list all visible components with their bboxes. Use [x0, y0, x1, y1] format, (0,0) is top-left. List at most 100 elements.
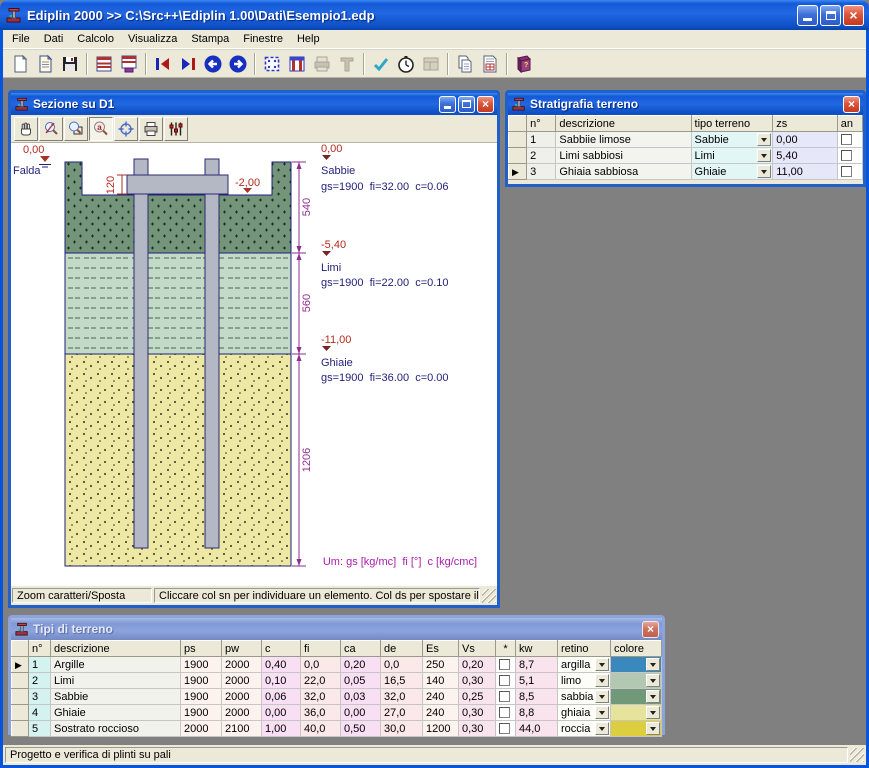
- cell-descrizione[interactable]: Sabbie: [51, 689, 181, 705]
- cell-colore[interactable]: [611, 657, 662, 673]
- sezione-resize-grip[interactable]: [482, 589, 496, 603]
- help-book-icon[interactable]: ?: [511, 51, 536, 76]
- cell-ps[interactable]: 1900: [181, 673, 222, 689]
- cell-Es[interactable]: 250: [423, 657, 459, 673]
- data-grid-icon[interactable]: [284, 51, 309, 76]
- cell-kw[interactable]: 44,0: [516, 721, 558, 737]
- selection-box-icon[interactable]: [259, 51, 284, 76]
- layer-ghiaie[interactable]: [65, 354, 291, 566]
- dropdown-button[interactable]: [595, 674, 609, 687]
- first-record-icon[interactable]: [150, 51, 175, 76]
- dropdown-button[interactable]: [595, 690, 609, 703]
- tipi-close-button[interactable]: ×: [642, 621, 659, 638]
- main-titlebar[interactable]: Ediplin 2000 >> C:\Src++\Ediplin 1.00\Da…: [0, 0, 869, 30]
- cell-descrizione[interactable]: Ghiaia sabbiosa: [556, 164, 691, 180]
- row-selector[interactable]: [12, 721, 29, 737]
- cell-descrizione[interactable]: Ghiaie: [51, 705, 181, 721]
- cell-fi[interactable]: 32,0: [301, 689, 341, 705]
- save-icon[interactable]: [57, 51, 82, 76]
- cell-n[interactable]: 1: [29, 657, 51, 673]
- cell-colore[interactable]: [611, 673, 662, 689]
- star-checkbox[interactable]: [499, 675, 510, 686]
- cell-kw[interactable]: 8,7: [516, 657, 558, 673]
- cell-n[interactable]: 5: [29, 721, 51, 737]
- sezione-titlebar[interactable]: Sezione su D1 ×: [11, 93, 497, 115]
- cell-c[interactable]: 1,00: [262, 721, 301, 737]
- cell-Es[interactable]: 240: [423, 705, 459, 721]
- layer-limi[interactable]: [65, 253, 291, 354]
- cell-fi[interactable]: 0,0: [301, 657, 341, 673]
- star-checkbox[interactable]: [499, 707, 510, 718]
- center-view-icon[interactable]: [114, 117, 138, 141]
- cell-ps[interactable]: 1900: [181, 689, 222, 705]
- cell-n[interactable]: 3: [29, 689, 51, 705]
- cell-descrizione[interactable]: Sostrato roccioso: [51, 721, 181, 737]
- cell-kw[interactable]: 8,8: [516, 705, 558, 721]
- sezione-minimize-button[interactable]: [439, 96, 456, 113]
- cell-zs[interactable]: 5,40: [773, 148, 838, 164]
- star-checkbox[interactable]: [499, 691, 510, 702]
- cell-tipo-terreno[interactable]: Sabbie: [691, 132, 773, 148]
- cell-fi[interactable]: 22,0: [301, 673, 341, 689]
- an-checkbox[interactable]: [841, 166, 852, 177]
- timer-icon[interactable]: [393, 51, 418, 76]
- cell-Vs[interactable]: 0,30: [459, 705, 496, 721]
- cell-Vs[interactable]: 0,30: [459, 721, 496, 737]
- dropdown-button[interactable]: [646, 706, 660, 719]
- cell-ps[interactable]: 1900: [181, 657, 222, 673]
- minimize-button[interactable]: [797, 5, 818, 26]
- row-selector[interactable]: [12, 689, 29, 705]
- cell-retino[interactable]: ghiaia: [558, 705, 611, 721]
- cell-ca[interactable]: 0,00: [341, 705, 381, 721]
- cell-fi[interactable]: 36,0: [301, 705, 341, 721]
- maximize-button[interactable]: [820, 5, 841, 26]
- menu-file[interactable]: File: [5, 31, 37, 47]
- menu-calcolo[interactable]: Calcolo: [70, 31, 121, 47]
- cell-de[interactable]: 30,0: [381, 721, 423, 737]
- cell-descrizione[interactable]: Limi: [51, 673, 181, 689]
- table-append-icon[interactable]: [116, 51, 141, 76]
- cell-colore[interactable]: [611, 705, 662, 721]
- stratigrafia-close-button[interactable]: ×: [843, 96, 860, 113]
- row-selector[interactable]: [12, 705, 29, 721]
- dropdown-button[interactable]: [646, 690, 660, 703]
- sezione-close-button[interactable]: ×: [477, 96, 494, 113]
- cell-Vs[interactable]: 0,30: [459, 673, 496, 689]
- row-selector[interactable]: ▶: [12, 657, 29, 673]
- sezione-maximize-button[interactable]: [458, 96, 475, 113]
- previous-circle-icon[interactable]: [200, 51, 225, 76]
- dropdown-button[interactable]: [595, 722, 609, 735]
- display-options-icon[interactable]: [164, 117, 188, 141]
- cell-ca[interactable]: 0,20: [341, 657, 381, 673]
- cell-Es[interactable]: 1200: [423, 721, 459, 737]
- cell-Vs[interactable]: 0,20: [459, 657, 496, 673]
- cell-fi[interactable]: 40,0: [301, 721, 341, 737]
- cell-tipo-terreno[interactable]: Ghiaie: [691, 164, 773, 180]
- cell-zs[interactable]: 0,00: [773, 132, 838, 148]
- dropdown-button[interactable]: [595, 658, 609, 671]
- dropdown-button[interactable]: [757, 133, 771, 146]
- cell-n[interactable]: 2: [29, 673, 51, 689]
- cell-Es[interactable]: 240: [423, 689, 459, 705]
- cell-c[interactable]: 0,06: [262, 689, 301, 705]
- cell-de[interactable]: 16,5: [381, 673, 423, 689]
- dropdown-button[interactable]: [646, 722, 660, 735]
- dropdown-button[interactable]: [757, 149, 771, 162]
- cell-retino[interactable]: roccia: [558, 721, 611, 737]
- cell-retino[interactable]: argilla: [558, 657, 611, 673]
- tipi-titlebar[interactable]: Tipi di terreno ×: [11, 618, 662, 640]
- cell-pw[interactable]: 2100: [222, 721, 262, 737]
- new-file-icon[interactable]: [7, 51, 32, 76]
- an-checkbox[interactable]: [841, 150, 852, 161]
- cell-n[interactable]: 1: [527, 132, 556, 148]
- panel-icon[interactable]: [418, 51, 443, 76]
- cell-de[interactable]: 27,0: [381, 705, 423, 721]
- print-section-icon[interactable]: [139, 117, 163, 141]
- cell-ca[interactable]: 0,50: [341, 721, 381, 737]
- report-icon[interactable]: [477, 51, 502, 76]
- pan-hand-icon[interactable]: [14, 117, 38, 141]
- cell-de[interactable]: 0,0: [381, 657, 423, 673]
- cell-Es[interactable]: 140: [423, 673, 459, 689]
- table-structure-icon[interactable]: [91, 51, 116, 76]
- menu-stampa[interactable]: Stampa: [184, 31, 236, 47]
